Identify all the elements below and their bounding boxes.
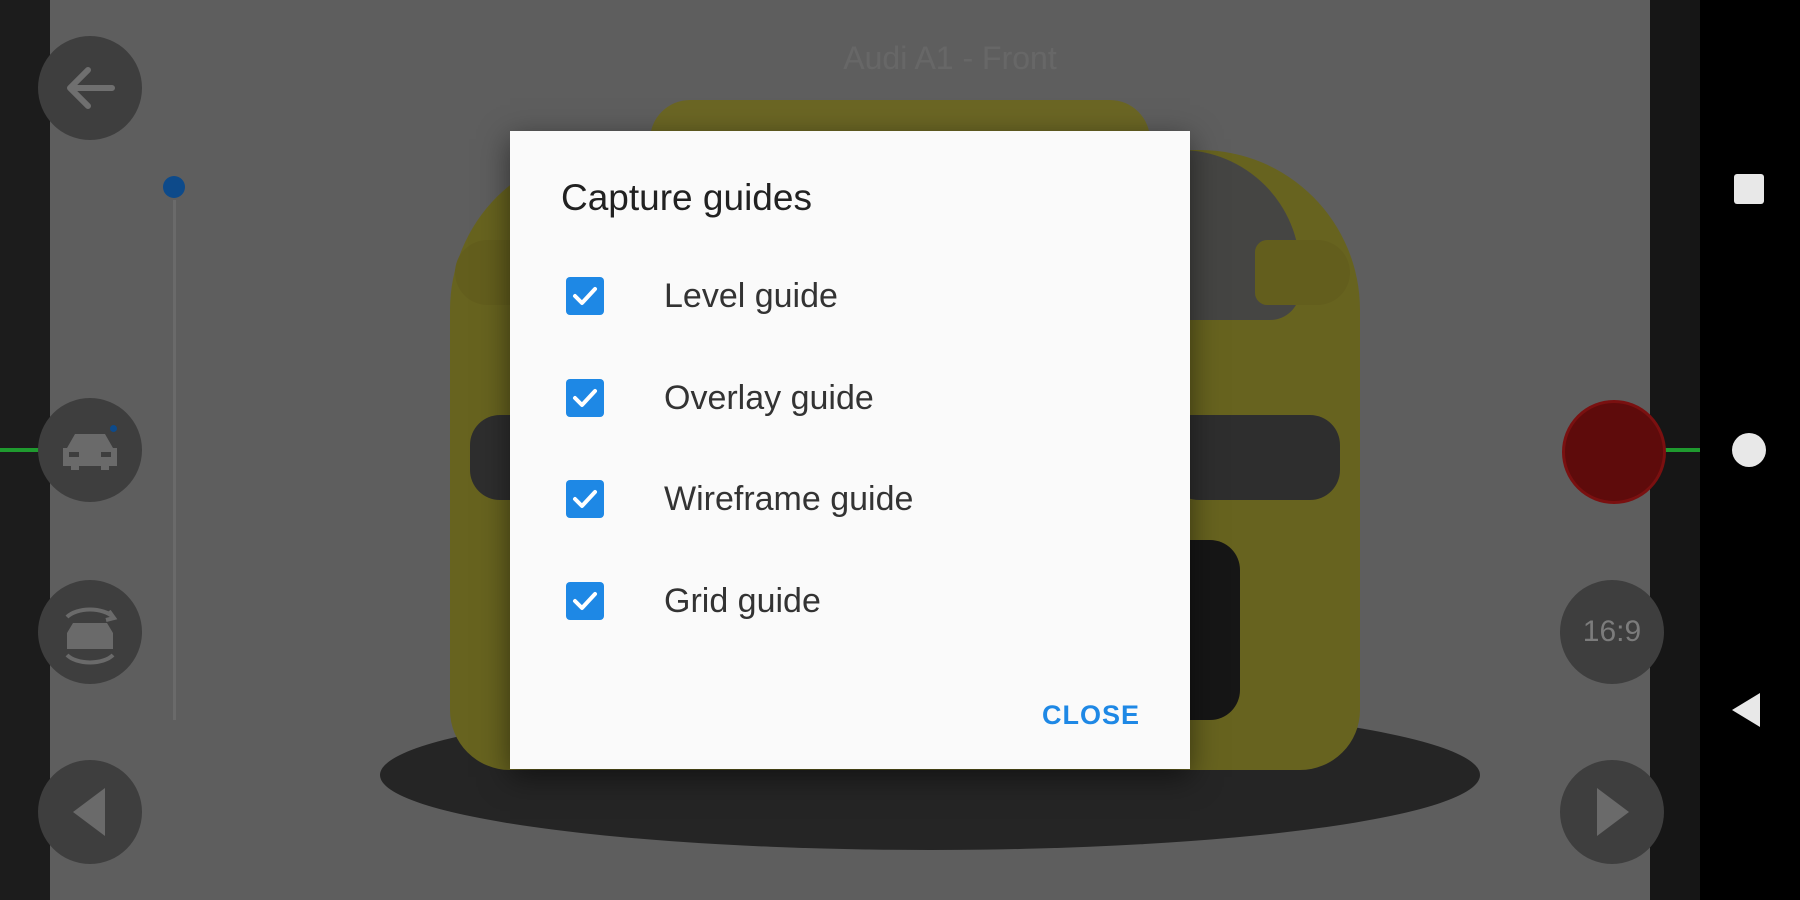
overlay-guide-checkbox[interactable]: [566, 379, 604, 417]
aspect-ratio-button[interactable]: 16:9: [1560, 580, 1664, 684]
checkmark-icon: [573, 287, 597, 305]
arrow-left-icon: [67, 67, 115, 109]
triangle-left-icon: [73, 788, 105, 836]
next-shot-button[interactable]: [1560, 760, 1664, 864]
rotate-car-button[interactable]: [38, 580, 142, 684]
option-label: Level guide: [664, 276, 838, 315]
previous-shot-button[interactable]: [38, 760, 142, 864]
checkmark-icon: [573, 490, 597, 508]
dialog-title: Capture guides: [561, 177, 812, 218]
option-level-guide[interactable]: Level guide: [566, 261, 1126, 331]
option-overlay-guide[interactable]: Overlay guide: [566, 363, 1126, 433]
close-button[interactable]: CLOSE: [1042, 700, 1140, 731]
option-wireframe-guide[interactable]: Wireframe guide: [566, 464, 1126, 534]
recents-square-icon[interactable]: [1734, 174, 1764, 204]
zoom-slider-thumb[interactable]: [163, 176, 185, 198]
option-label: Wireframe guide: [664, 479, 914, 518]
capture-guides-dialog: Capture guides Level guide Overlay guide…: [510, 131, 1190, 769]
back-triangle-icon[interactable]: [1732, 693, 1760, 727]
level-guide-checkbox[interactable]: [566, 277, 604, 315]
home-circle-icon[interactable]: [1732, 433, 1766, 467]
shutter-button[interactable]: [1562, 400, 1666, 504]
option-label: Grid guide: [664, 581, 821, 620]
grid-guide-checkbox[interactable]: [566, 582, 604, 620]
zoom-slider-track[interactable]: [173, 200, 176, 720]
option-label: Overlay guide: [664, 378, 874, 417]
rotate-car-icon: [65, 607, 118, 665]
triangle-right-icon: [1597, 788, 1629, 836]
car-view-indicator-dot: [110, 425, 117, 432]
wireframe-guide-checkbox[interactable]: [566, 480, 604, 518]
checkmark-icon: [573, 389, 597, 407]
car-view-button[interactable]: [38, 398, 142, 502]
back-button[interactable]: [38, 36, 142, 140]
option-grid-guide[interactable]: Grid guide: [566, 566, 1126, 636]
car-front-icon: [63, 434, 117, 470]
checkmark-icon: [573, 592, 597, 610]
